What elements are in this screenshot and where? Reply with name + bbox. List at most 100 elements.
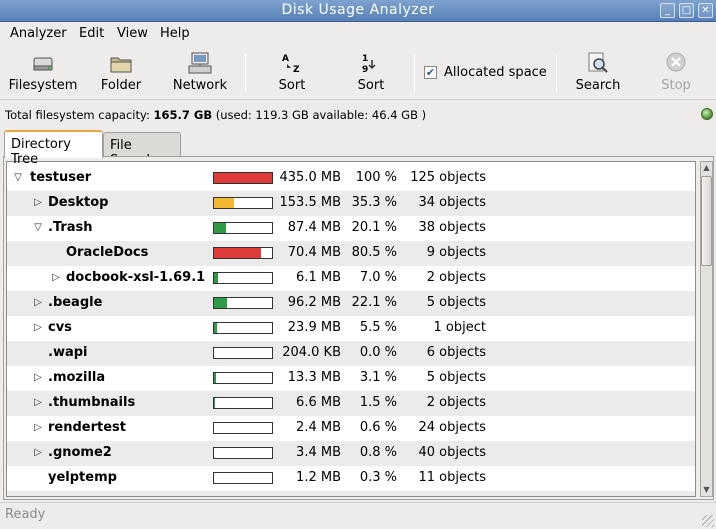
tree-row[interactable]: ▷ .thumbnails 6.6 MB 1.5 % 2 objects bbox=[7, 391, 695, 416]
tree-row[interactable]: ▷ rendertest 2.4 MB 0.6 % 24 objects bbox=[7, 416, 695, 441]
svg-text:A: A bbox=[282, 54, 289, 64]
row-pct: 0.8 % bbox=[347, 495, 397, 496]
folder-name: .mozilla bbox=[48, 370, 106, 385]
harddisk-icon bbox=[30, 50, 56, 76]
usage-bar bbox=[213, 422, 273, 434]
row-pct: 0.3 % bbox=[359, 470, 397, 485]
filesystem-label: Filesystem bbox=[8, 78, 78, 93]
expander-closed-icon[interactable]: ▷ bbox=[32, 371, 44, 385]
row-size: 153.5 MB bbox=[279, 195, 341, 210]
scroll-up-icon[interactable]: ▲ bbox=[701, 162, 712, 174]
expander-closed-icon[interactable]: ▷ bbox=[32, 421, 44, 435]
svg-text:9: 9 bbox=[362, 65, 368, 75]
usage-bar bbox=[213, 397, 273, 409]
row-objects: 24 objects bbox=[418, 420, 486, 435]
status-led-icon bbox=[701, 108, 713, 120]
row-objects: 2 objects bbox=[426, 395, 486, 410]
sort-numeric-button[interactable]: 19 Sort bbox=[354, 50, 388, 93]
capacity-info: Total filesystem capacity: 165.7 GB (use… bbox=[5, 108, 426, 122]
tree-row[interactable]: ▷ .evolution 3.5 MB 0.8 %10 objects bbox=[7, 491, 695, 497]
expander-closed-icon[interactable]: ▷ bbox=[50, 271, 62, 285]
usage-bar bbox=[213, 372, 273, 384]
tree-row[interactable]: yelptemp 1.2 MB 0.3 % 11 objects bbox=[7, 466, 695, 491]
menu-help[interactable]: Help bbox=[160, 26, 190, 41]
row-pct: 1.5 % bbox=[359, 395, 397, 410]
filesystem-button[interactable]: Filesystem bbox=[8, 50, 78, 93]
capacity-total: 165.7 GB bbox=[153, 108, 213, 122]
network-button[interactable]: Network bbox=[172, 50, 228, 93]
usage-bar bbox=[213, 272, 273, 284]
expander-closed-icon[interactable]: ▷ bbox=[32, 296, 44, 310]
sort-alpha-button[interactable]: AZ Sort bbox=[275, 50, 309, 93]
menu-edit[interactable]: Edit bbox=[79, 26, 104, 41]
maximize-button[interactable]: □ bbox=[679, 3, 694, 18]
tree-row[interactable]: ▷ .mozilla 13.3 MB 3.1 % 5 objects bbox=[7, 366, 695, 391]
usage-bar bbox=[213, 322, 273, 334]
allocated-space-checkbox[interactable]: ✔ bbox=[424, 66, 437, 79]
tree-row[interactable]: ▽ .Trash 87.4 MB 20.1 % 38 objects bbox=[7, 216, 695, 241]
expander-closed-icon[interactable]: ▷ bbox=[32, 396, 44, 410]
folder-name: rendertest bbox=[48, 420, 126, 435]
tab-directory-tree[interactable]: Directory Tree bbox=[4, 130, 103, 167]
tab-file-search[interactable]: File Search bbox=[103, 132, 181, 168]
row-size: 70.4 MB bbox=[287, 245, 341, 260]
vertical-scrollbar[interactable]: ▲ ▼ bbox=[700, 161, 713, 497]
row-objects: 11 objects bbox=[418, 470, 486, 485]
search-button[interactable]: Search bbox=[573, 50, 623, 93]
sort-numeric-label: Sort bbox=[357, 78, 385, 93]
row-objects: 6 objects bbox=[426, 345, 486, 360]
capacity-suffix: (used: 119.3 GB available: 46.4 GB ) bbox=[212, 108, 427, 122]
expander-open-icon[interactable]: ▽ bbox=[12, 171, 24, 185]
tree-row[interactable]: ▷ Desktop 153.5 MB 35.3 % 34 objects bbox=[7, 191, 695, 216]
folder-name: .evolution bbox=[48, 495, 122, 496]
expander-closed-icon[interactable]: ▷ bbox=[32, 321, 44, 335]
expander-open-icon[interactable]: ▽ bbox=[32, 221, 44, 235]
row-objects: 10 objects bbox=[399, 495, 486, 496]
row-pct: 35.3 % bbox=[351, 195, 397, 210]
row-size: 23.9 MB bbox=[287, 320, 341, 335]
tree-row[interactable]: ▷ .beagle 96.2 MB 22.1 % 5 objects bbox=[7, 291, 695, 316]
window-title: Disk Usage Analyzer bbox=[281, 2, 435, 18]
row-objects: 9 objects bbox=[426, 245, 486, 260]
folder-button[interactable]: Folder bbox=[96, 50, 146, 93]
directory-tree[interactable]: ▽ testuser 435.0 MB 100 % 125 objects ▷ Deskto… bbox=[6, 161, 696, 497]
row-pct: 80.5 % bbox=[351, 245, 397, 260]
usage-bar-fill bbox=[214, 298, 227, 308]
svg-text:1: 1 bbox=[362, 54, 368, 64]
menu-view[interactable]: View bbox=[117, 26, 148, 41]
tree-row[interactable]: ▷ docbook-xsl-1.69.1 6.1 MB 7.0 % 2 objects bbox=[7, 266, 695, 291]
stop-button[interactable]: Stop bbox=[658, 50, 694, 93]
resize-grip[interactable] bbox=[702, 515, 714, 527]
tree-row[interactable]: ▷ cvs 23.9 MB 5.5 % 1 object bbox=[7, 316, 695, 341]
tree-row[interactable]: ▷ .gnome2 3.4 MB 0.8 % 40 objects bbox=[7, 441, 695, 466]
row-objects: 2 objects bbox=[426, 270, 486, 285]
row-objects: 1 object bbox=[433, 320, 486, 335]
close-button[interactable]: ✕ bbox=[698, 3, 713, 18]
sort-numeric-icon: 19 bbox=[358, 50, 384, 76]
row-size: 204.0 KB bbox=[282, 345, 341, 360]
scroll-thumb[interactable] bbox=[701, 176, 712, 266]
usage-bar bbox=[213, 472, 273, 484]
expander-closed-icon[interactable]: ▷ bbox=[32, 446, 44, 460]
row-size: 3.4 MB bbox=[296, 445, 341, 460]
folder-name: .gnome2 bbox=[48, 445, 112, 460]
network-label: Network bbox=[172, 78, 228, 93]
minimize-button[interactable]: _ bbox=[660, 3, 675, 18]
usage-bar bbox=[213, 172, 273, 184]
expander-closed-icon[interactable]: ▷ bbox=[32, 196, 44, 210]
usage-bar-fill bbox=[214, 323, 217, 333]
tree-row[interactable]: OracleDocs 70.4 MB 80.5 % 9 objects bbox=[7, 241, 695, 266]
folder-name: testuser bbox=[30, 170, 92, 185]
search-label: Search bbox=[575, 78, 621, 93]
scroll-down-icon[interactable]: ▼ bbox=[701, 484, 712, 496]
folder-name: OracleDocs bbox=[66, 245, 149, 260]
usage-bar-fill bbox=[214, 248, 261, 258]
allocated-space-label[interactable]: Allocated space bbox=[444, 65, 547, 80]
row-pct: 5.5 % bbox=[359, 320, 397, 335]
tree-row[interactable]: ▽ testuser 435.0 MB 100 % 125 objects bbox=[7, 166, 695, 191]
row-pct: 0.6 % bbox=[359, 420, 397, 435]
tree-row[interactable]: .wapi 204.0 KB 0.0 % 6 objects bbox=[7, 341, 695, 366]
expander-closed-icon[interactable]: ▷ bbox=[32, 496, 44, 497]
menu-analyzer[interactable]: Analyzer bbox=[10, 26, 67, 41]
row-size: 96.2 MB bbox=[287, 295, 341, 310]
